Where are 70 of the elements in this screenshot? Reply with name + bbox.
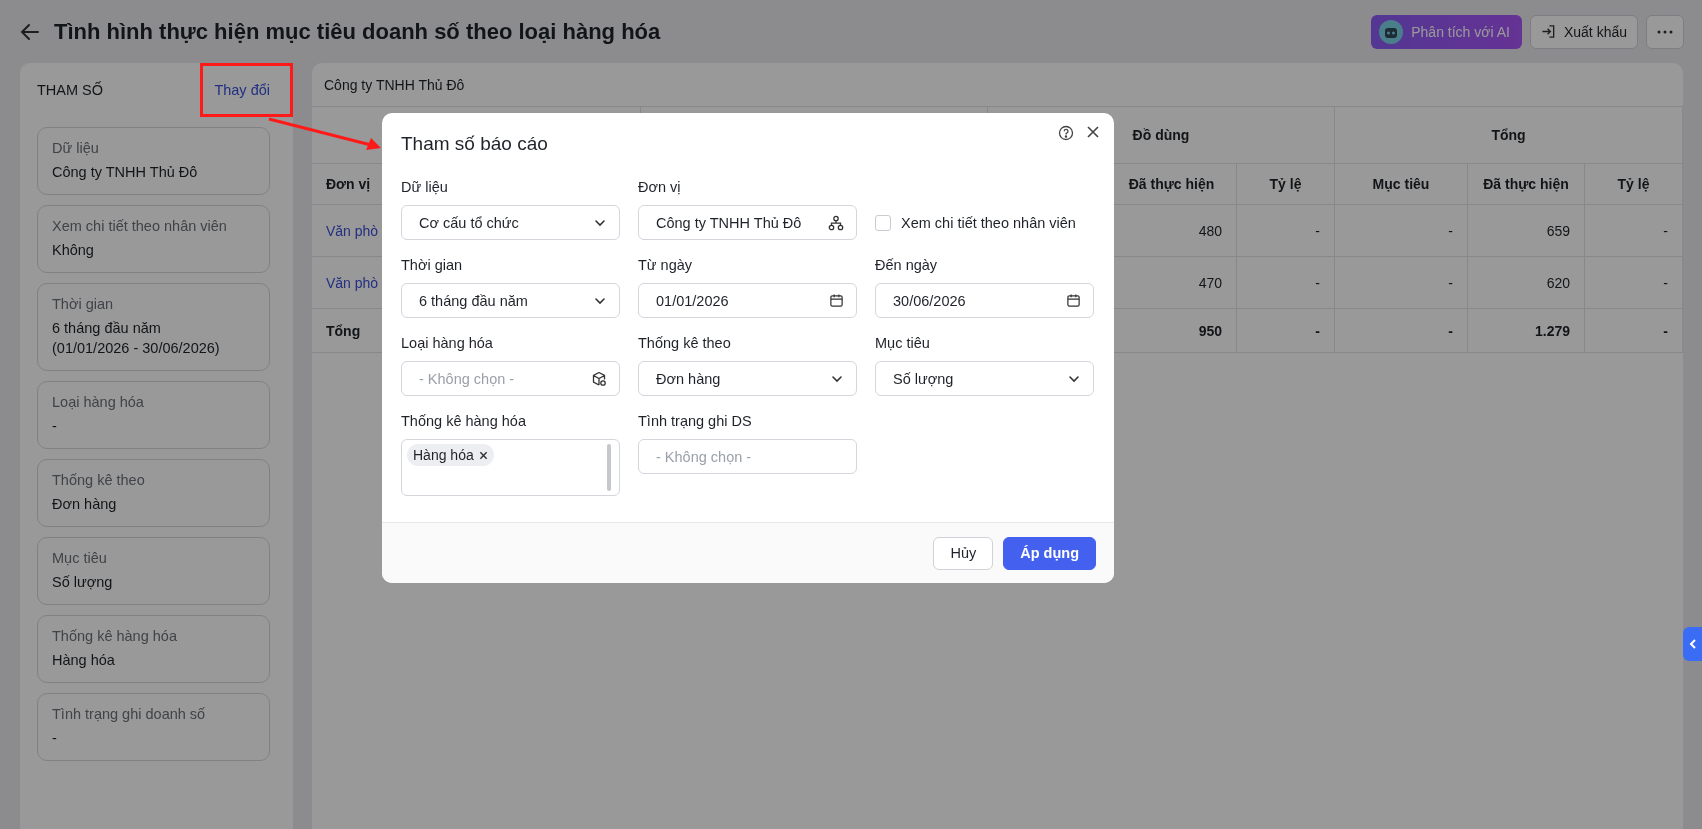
field-label: Mục tiêu xyxy=(875,334,931,353)
field-label: Đơn vị xyxy=(638,178,682,197)
change-link[interactable]: Thay đổi xyxy=(214,82,270,98)
tags-field[interactable]: Hàng hóa xyxy=(401,439,620,496)
select-field[interactable]: Cơ cấu tổ chức xyxy=(401,205,620,240)
table-cell: - xyxy=(1448,222,1453,239)
parameter-label: Xem chi tiết theo nhân viên xyxy=(52,218,228,234)
select-field[interactable]: Đơn hàng xyxy=(638,361,857,396)
date-field[interactable]: 30/06/2026 xyxy=(875,283,1094,318)
field-label: Thời gian xyxy=(401,256,464,275)
parameter-label: Thống kê theo xyxy=(52,472,146,488)
field-label: Loại hàng hóa xyxy=(401,334,494,353)
column-header: Đơn vị xyxy=(326,176,371,192)
tag-chip[interactable]: Hàng hóa xyxy=(407,444,494,466)
table-cell: - xyxy=(1663,322,1668,339)
parameter-value: - xyxy=(52,417,58,436)
field-label: Từ ngày xyxy=(638,256,694,275)
column-header: Đã thực hiện xyxy=(1128,176,1215,192)
apply-button[interactable]: Áp dụng xyxy=(1003,536,1096,570)
select-field[interactable]: 6 tháng đầu năm xyxy=(401,283,620,318)
parameter-value: Hàng hóa xyxy=(52,651,116,670)
table-cell: - xyxy=(1663,222,1668,239)
unit-picker-field[interactable]: Công ty TNHH Thủ Đô xyxy=(638,205,857,240)
field-label: Tình trạng ghi DS xyxy=(638,412,753,431)
field-label: Thống kê theo xyxy=(638,334,732,353)
parameter-label: Loại hàng hóa xyxy=(52,394,145,410)
table-cell: - xyxy=(1315,322,1320,339)
unit-link[interactable]: Văn phò xyxy=(326,222,379,239)
parameter-label: Thời gian xyxy=(52,296,115,312)
column-header: Tỷ lệ xyxy=(1617,176,1650,192)
page-title: Tình hình thực hiện mục tiêu doanh số theo loại hàng hóa xyxy=(54,18,662,45)
table-cell: Tổng xyxy=(326,322,361,339)
cancel-button[interactable]: Hủy xyxy=(933,536,994,570)
parameter-value: Không xyxy=(52,241,95,260)
table-cell: - xyxy=(1663,274,1668,291)
panel-title: THAM SỐ xyxy=(37,82,104,98)
field-label: Thống kê hàng hóa xyxy=(401,412,527,431)
select-field[interactable]: Số lượng xyxy=(875,361,1094,396)
table-cell: 659 xyxy=(1546,222,1570,239)
table-cell: - xyxy=(1315,222,1320,239)
table-cell: 620 xyxy=(1546,274,1570,291)
column-group-header: Tổng xyxy=(1491,127,1526,143)
column-header: Tỷ lệ xyxy=(1269,176,1302,192)
table-cell: - xyxy=(1315,274,1320,291)
checkbox-label: Xem chi tiết theo nhân viên xyxy=(901,214,1076,231)
date-field[interactable]: 01/01/2026 xyxy=(638,283,857,318)
export-button[interactable]: Xuất khẩu xyxy=(1529,14,1638,49)
parameter-label: Thống kê hàng hóa xyxy=(52,628,178,644)
table-cell: 950 xyxy=(1198,322,1222,339)
parameter-value: Đơn hàng xyxy=(52,495,118,514)
unit-link[interactable]: Văn phò xyxy=(326,274,379,291)
table-cell: - xyxy=(1448,274,1453,291)
field-label: Đến ngày xyxy=(875,256,939,275)
table-cell: 480 xyxy=(1198,222,1222,239)
column-group-header: Đồ dùng xyxy=(1132,127,1190,143)
table-cell: 470 xyxy=(1198,274,1222,291)
column-header: Đã thực hiện xyxy=(1483,176,1569,192)
parameter-value: - xyxy=(52,729,58,748)
column-header: Mục tiêu xyxy=(1372,176,1430,192)
parameter-label: Tình trạng ghi doanh số xyxy=(52,706,207,722)
dialog-title: Tham số báo cáo xyxy=(401,133,549,155)
parameter-label: Dữ liệu xyxy=(52,140,100,156)
parameter-value: 6 tháng đầu năm (01/01/2026 - 30/06/2026) xyxy=(52,319,221,358)
company-name: Công ty TNHH Thủ Đô xyxy=(324,76,465,93)
table-cell: - xyxy=(1448,322,1453,339)
parameter-label: Mục tiêu xyxy=(52,550,108,566)
parameter-value: Công ty TNHH Thủ Đô xyxy=(52,163,199,182)
table-cell: 1.279 xyxy=(1534,322,1570,339)
parameter-value: Số lượng xyxy=(52,573,114,592)
field-label: Dữ liệu xyxy=(401,178,449,197)
